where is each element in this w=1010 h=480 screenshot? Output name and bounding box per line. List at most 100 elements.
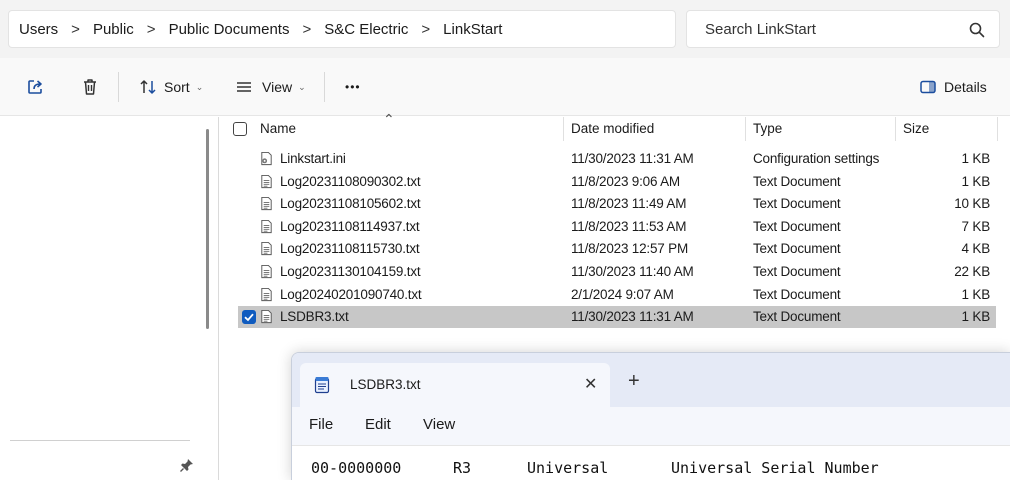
text-file-icon: [259, 174, 274, 194]
text-revision: R3: [453, 459, 472, 477]
file-row[interactable]: Log20231108090302.txt 11/8/2023 9:06 AM Te…: [238, 171, 996, 193]
notepad-menubar: File Edit View: [292, 407, 1010, 445]
file-date-modified: 11/8/2023 12:57 PM: [571, 241, 688, 257]
file-type: Text Document: [753, 286, 841, 302]
sort-label: Sort: [164, 79, 190, 95]
breadcrumb[interactable]: Users > Public > Public Documents > S&C …: [8, 10, 676, 48]
notepad-text-area[interactable]: 00-0000000 R3 Universal Universal Serial…: [292, 445, 1010, 480]
file-date-modified: 11/8/2023 9:06 AM: [571, 173, 680, 189]
details-pane-icon: [920, 80, 936, 94]
file-date-modified: 2/1/2024 9:07 AM: [571, 286, 674, 302]
text-universal: Universal: [527, 459, 609, 477]
file-row[interactable]: Log20240201090740.txt 2/1/2024 9:07 AM Tex…: [238, 284, 996, 306]
file-type: Text Document: [753, 264, 841, 279]
close-tab-icon[interactable]: ✕: [584, 374, 597, 394]
breadcrumb-linkstart[interactable]: LinkStart: [443, 21, 502, 38]
details-label: Details: [944, 79, 987, 95]
row-checkbox-checked[interactable]: [242, 310, 256, 325]
view-button[interactable]: View ⌄: [234, 74, 306, 100]
new-tab-icon[interactable]: +: [628, 370, 640, 393]
file-date-modified: 11/8/2023 11:49 AM: [571, 196, 687, 212]
notepad-icon: [314, 377, 330, 394]
share-icon: [28, 80, 42, 94]
file-size: 7 KB: [961, 218, 991, 234]
file-row[interactable]: Log20231108114937.txt 11/8/2023 11:53 AM T…: [238, 216, 996, 238]
file-size: 1 KB: [961, 151, 991, 166]
breadcrumb-users[interactable]: Users: [19, 21, 58, 38]
file-size: 10 KB: [954, 196, 990, 212]
details-button[interactable]: Details: [919, 74, 987, 100]
breadcrumb-separator[interactable]: >: [302, 21, 311, 38]
text-file-icon: [259, 196, 274, 216]
file-row[interactable]: Linkstart.ini 11/30/2023 11:31 AM Configur…: [238, 148, 996, 170]
delete-button[interactable]: [80, 74, 100, 100]
notepad-titlebar[interactable]: LSDBR3.txt ✕ +: [292, 353, 1010, 407]
file-size: 22 KB: [954, 264, 990, 279]
select-all-checkbox[interactable]: [233, 122, 247, 136]
file-type: Configuration settings: [753, 151, 880, 166]
file-size: 4 KB: [961, 241, 991, 257]
file-type: Text Document: [753, 241, 841, 257]
column-divider[interactable]: [745, 117, 746, 141]
more-options-button[interactable]: •••: [345, 74, 361, 100]
text-file-icon: [259, 219, 274, 239]
menu-file[interactable]: File: [309, 416, 333, 433]
toolbar-divider: [324, 72, 325, 102]
notepad-tab[interactable]: LSDBR3.txt ✕: [300, 363, 610, 407]
nav-scrollbar[interactable]: [206, 129, 209, 329]
column-divider[interactable]: [997, 117, 998, 141]
file-row[interactable]: Log20231108115730.txt 11/8/2023 12:57 PM T…: [238, 238, 996, 260]
notepad-window[interactable]: LSDBR3.txt ✕ + File Edit View 00-0000000…: [291, 352, 1010, 480]
search-box[interactable]: Search LinkStart: [686, 10, 1000, 48]
breadcrumb-separator[interactable]: >: [421, 21, 430, 38]
file-date-modified: 11/30/2023 11:31 AM: [571, 309, 694, 325]
pin-icon[interactable]: [180, 458, 194, 472]
file-name: LSDBR3.txt: [280, 309, 349, 325]
file-name: Log20231130104159.txt: [280, 264, 421, 279]
address-bar-region: Users > Public > Public Documents > S&C …: [0, 0, 1010, 58]
sort-button[interactable]: Sort ⌄: [138, 74, 203, 100]
notepad-tab-title: LSDBR3.txt: [350, 377, 421, 392]
text-description: Universal Serial Number: [671, 459, 879, 477]
breadcrumb-public[interactable]: Public: [93, 21, 134, 38]
list-view-icon: [237, 82, 251, 92]
column-divider[interactable]: [895, 117, 896, 141]
file-row[interactable]: Log20231108105602.txt 11/8/2023 11:49 AM T…: [238, 193, 996, 215]
more-icon: •••: [345, 80, 361, 94]
column-header-name[interactable]: Name: [260, 121, 296, 136]
search-input[interactable]: Search LinkStart: [705, 21, 816, 38]
menu-edit[interactable]: Edit: [365, 416, 391, 433]
breadcrumb-separator[interactable]: >: [71, 21, 80, 38]
toolbar-divider: [118, 72, 119, 102]
share-button[interactable]: [26, 74, 46, 100]
column-header-date[interactable]: Date modified: [571, 121, 654, 136]
chevron-down-icon: ⌄: [298, 81, 306, 92]
breadcrumb-public-documents[interactable]: Public Documents: [169, 21, 290, 38]
trash-icon: [84, 79, 96, 95]
file-date-modified: 11/30/2023 11:31 AM: [571, 151, 694, 166]
breadcrumb-sc-electric[interactable]: S&C Electric: [324, 21, 408, 38]
text-file-icon: [259, 264, 274, 284]
file-name: Log20240201090740.txt: [280, 286, 422, 302]
file-row[interactable]: Log20231130104159.txt 11/30/2023 11:40 AM…: [238, 261, 996, 283]
text-file-icon: [259, 241, 274, 261]
column-header-row: ⌃ Name Date modified Type Size: [220, 111, 1010, 141]
text-file-icon: [259, 287, 274, 307]
search-icon[interactable]: [969, 22, 985, 38]
column-header-type[interactable]: Type: [753, 121, 782, 136]
file-type: Text Document: [753, 309, 841, 325]
file-row[interactable]: LSDBR3.txt 11/30/2023 11:31 AM Text Docume…: [238, 306, 996, 329]
file-size: 1 KB: [961, 173, 991, 189]
file-date-modified: 11/8/2023 11:53 AM: [571, 218, 687, 234]
checkmark-icon: [244, 313, 254, 322]
navigation-pane[interactable]: [0, 117, 218, 480]
column-header-size[interactable]: Size: [903, 121, 929, 136]
file-type: Text Document: [753, 196, 841, 212]
sort-icon: [140, 80, 156, 94]
menu-view[interactable]: View: [423, 416, 455, 433]
file-size: 1 KB: [961, 286, 991, 302]
column-divider[interactable]: [563, 117, 564, 141]
view-label: View: [262, 79, 293, 95]
breadcrumb-separator[interactable]: >: [147, 21, 156, 38]
settings-file-icon: [259, 151, 274, 171]
